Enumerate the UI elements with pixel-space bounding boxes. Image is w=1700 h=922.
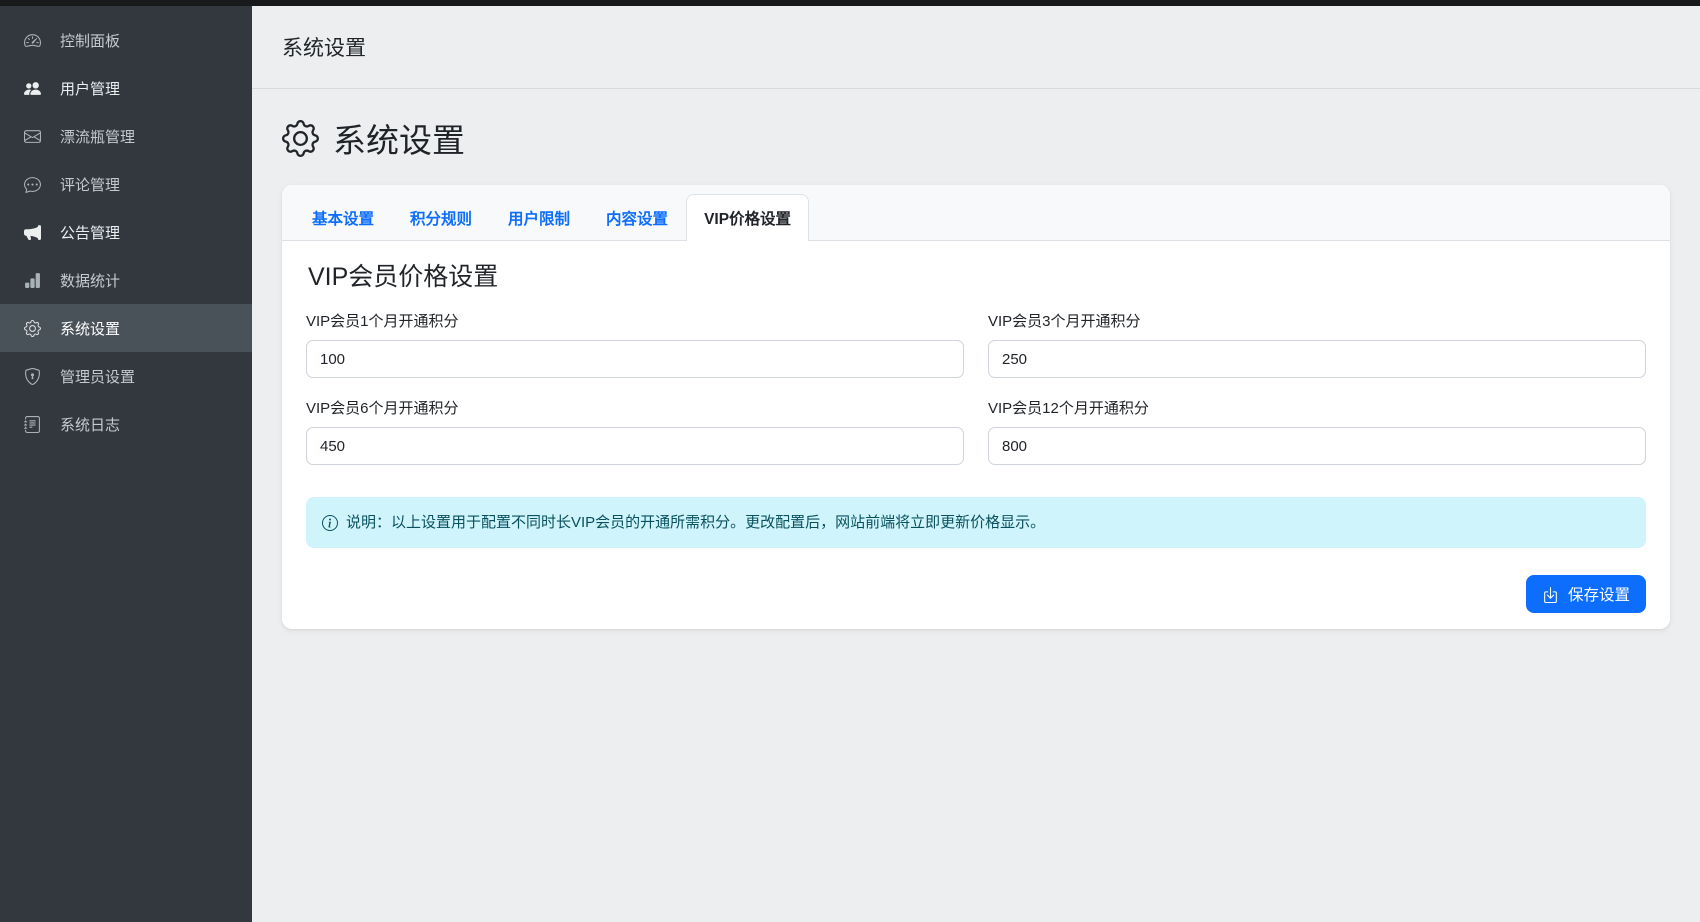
sidebar-item-announcements[interactable]: 公告管理 <box>0 208 252 256</box>
form-group-vip-3month: VIP会员3个月开通积分 <box>988 310 1646 378</box>
shield-icon <box>22 367 42 385</box>
form-group-vip-1month: VIP会员1个月开通积分 <box>306 310 964 378</box>
tab-bar: 基本设置 积分规则 用户限制 内容设置 VIP价格设置 <box>282 185 1670 241</box>
vip-6month-input[interactable] <box>306 427 964 465</box>
save-icon <box>1542 586 1559 603</box>
save-settings-label: 保存设置 <box>1568 583 1630 605</box>
sidebar-item-label: 漂流瓶管理 <box>60 126 135 147</box>
settings-card: 基本设置 积分规则 用户限制 内容设置 VIP价格设置 VIP会员价格设置 VI… <box>282 185 1670 629</box>
sidebar-item-statistics[interactable]: 数据统计 <box>0 256 252 304</box>
journal-icon <box>22 415 42 433</box>
form-group-vip-6month: VIP会员6个月开通积分 <box>306 397 964 465</box>
info-alert-text: 说明：以上设置用于配置不同时长VIP会员的开通所需积分。更改配置后，网站前端将立… <box>346 512 1045 533</box>
envelope-icon <box>22 127 42 145</box>
users-icon <box>22 79 42 97</box>
tab-user-limits[interactable]: 用户限制 <box>490 194 588 241</box>
vip-3month-input[interactable] <box>988 340 1646 378</box>
sidebar-item-label: 评论管理 <box>60 174 120 195</box>
sidebar-item-label: 用户管理 <box>60 78 120 99</box>
sidebar-item-admin-settings[interactable]: 管理员设置 <box>0 352 252 400</box>
sidebar-item-label: 系统日志 <box>60 414 120 435</box>
page-header: 系统设置 <box>252 6 1700 89</box>
page-title-text: 系统设置 <box>333 114 465 162</box>
sidebar-item-label: 数据统计 <box>60 270 120 291</box>
info-circle-icon <box>322 515 338 531</box>
top-bar <box>0 0 1700 6</box>
sidebar-item-system-settings[interactable]: 系统设置 <box>0 304 252 352</box>
gear-icon <box>282 120 319 157</box>
sidebar-item-system-log[interactable]: 系统日志 <box>0 400 252 448</box>
save-settings-button[interactable]: 保存设置 <box>1526 575 1646 613</box>
form-actions: 保存设置 <box>306 575 1646 613</box>
comment-icon <box>22 175 42 193</box>
vip-1month-input[interactable] <box>306 340 964 378</box>
vip-6month-label: VIP会员6个月开通积分 <box>306 397 964 418</box>
tab-vip-price-settings[interactable]: VIP价格设置 <box>686 194 809 241</box>
sidebar: 控制面板 用户管理 漂流瓶管理 评论管理 公告管理 数据统计 系 <box>0 0 252 922</box>
bar-chart-icon <box>22 271 42 289</box>
sidebar-item-comments[interactable]: 评论管理 <box>0 160 252 208</box>
sidebar-item-label: 管理员设置 <box>60 366 135 387</box>
tab-points-rules[interactable]: 积分规则 <box>392 194 490 241</box>
megaphone-icon <box>22 223 42 241</box>
sidebar-item-bottles[interactable]: 漂流瓶管理 <box>0 112 252 160</box>
sidebar-item-dashboard[interactable]: 控制面板 <box>0 16 252 64</box>
sidebar-item-users[interactable]: 用户管理 <box>0 64 252 112</box>
form-group-vip-12month: VIP会员12个月开通积分 <box>988 397 1646 465</box>
vip-3month-label: VIP会员3个月开通积分 <box>988 310 1646 331</box>
tab-content-settings[interactable]: 内容设置 <box>588 194 686 241</box>
vip-12month-label: VIP会员12个月开通积分 <box>988 397 1646 418</box>
vip-12month-input[interactable] <box>988 427 1646 465</box>
main-content: 系统设置 系统设置 基本设置 积分规则 用户限制 内容设置 VIP价格设置 VI… <box>252 6 1700 629</box>
sidebar-item-label: 公告管理 <box>60 222 120 243</box>
section-title: VIP会员价格设置 <box>308 257 1646 293</box>
tab-basic-settings[interactable]: 基本设置 <box>294 194 392 241</box>
sidebar-item-label: 系统设置 <box>60 318 120 339</box>
info-alert: 说明：以上设置用于配置不同时长VIP会员的开通所需积分。更改配置后，网站前端将立… <box>306 497 1646 548</box>
page-title: 系统设置 <box>282 114 1700 162</box>
sidebar-item-label: 控制面板 <box>60 30 120 51</box>
header-title: 系统设置 <box>282 32 366 62</box>
speedometer-icon <box>22 31 42 49</box>
tab-panel-vip-prices: VIP会员价格设置 VIP会员1个月开通积分 VIP会员3个月开通积分 VIP会… <box>282 241 1670 629</box>
vip-1month-label: VIP会员1个月开通积分 <box>306 310 964 331</box>
gear-icon <box>22 319 42 337</box>
vip-price-form: VIP会员1个月开通积分 VIP会员3个月开通积分 VIP会员6个月开通积分 V… <box>306 310 1646 465</box>
